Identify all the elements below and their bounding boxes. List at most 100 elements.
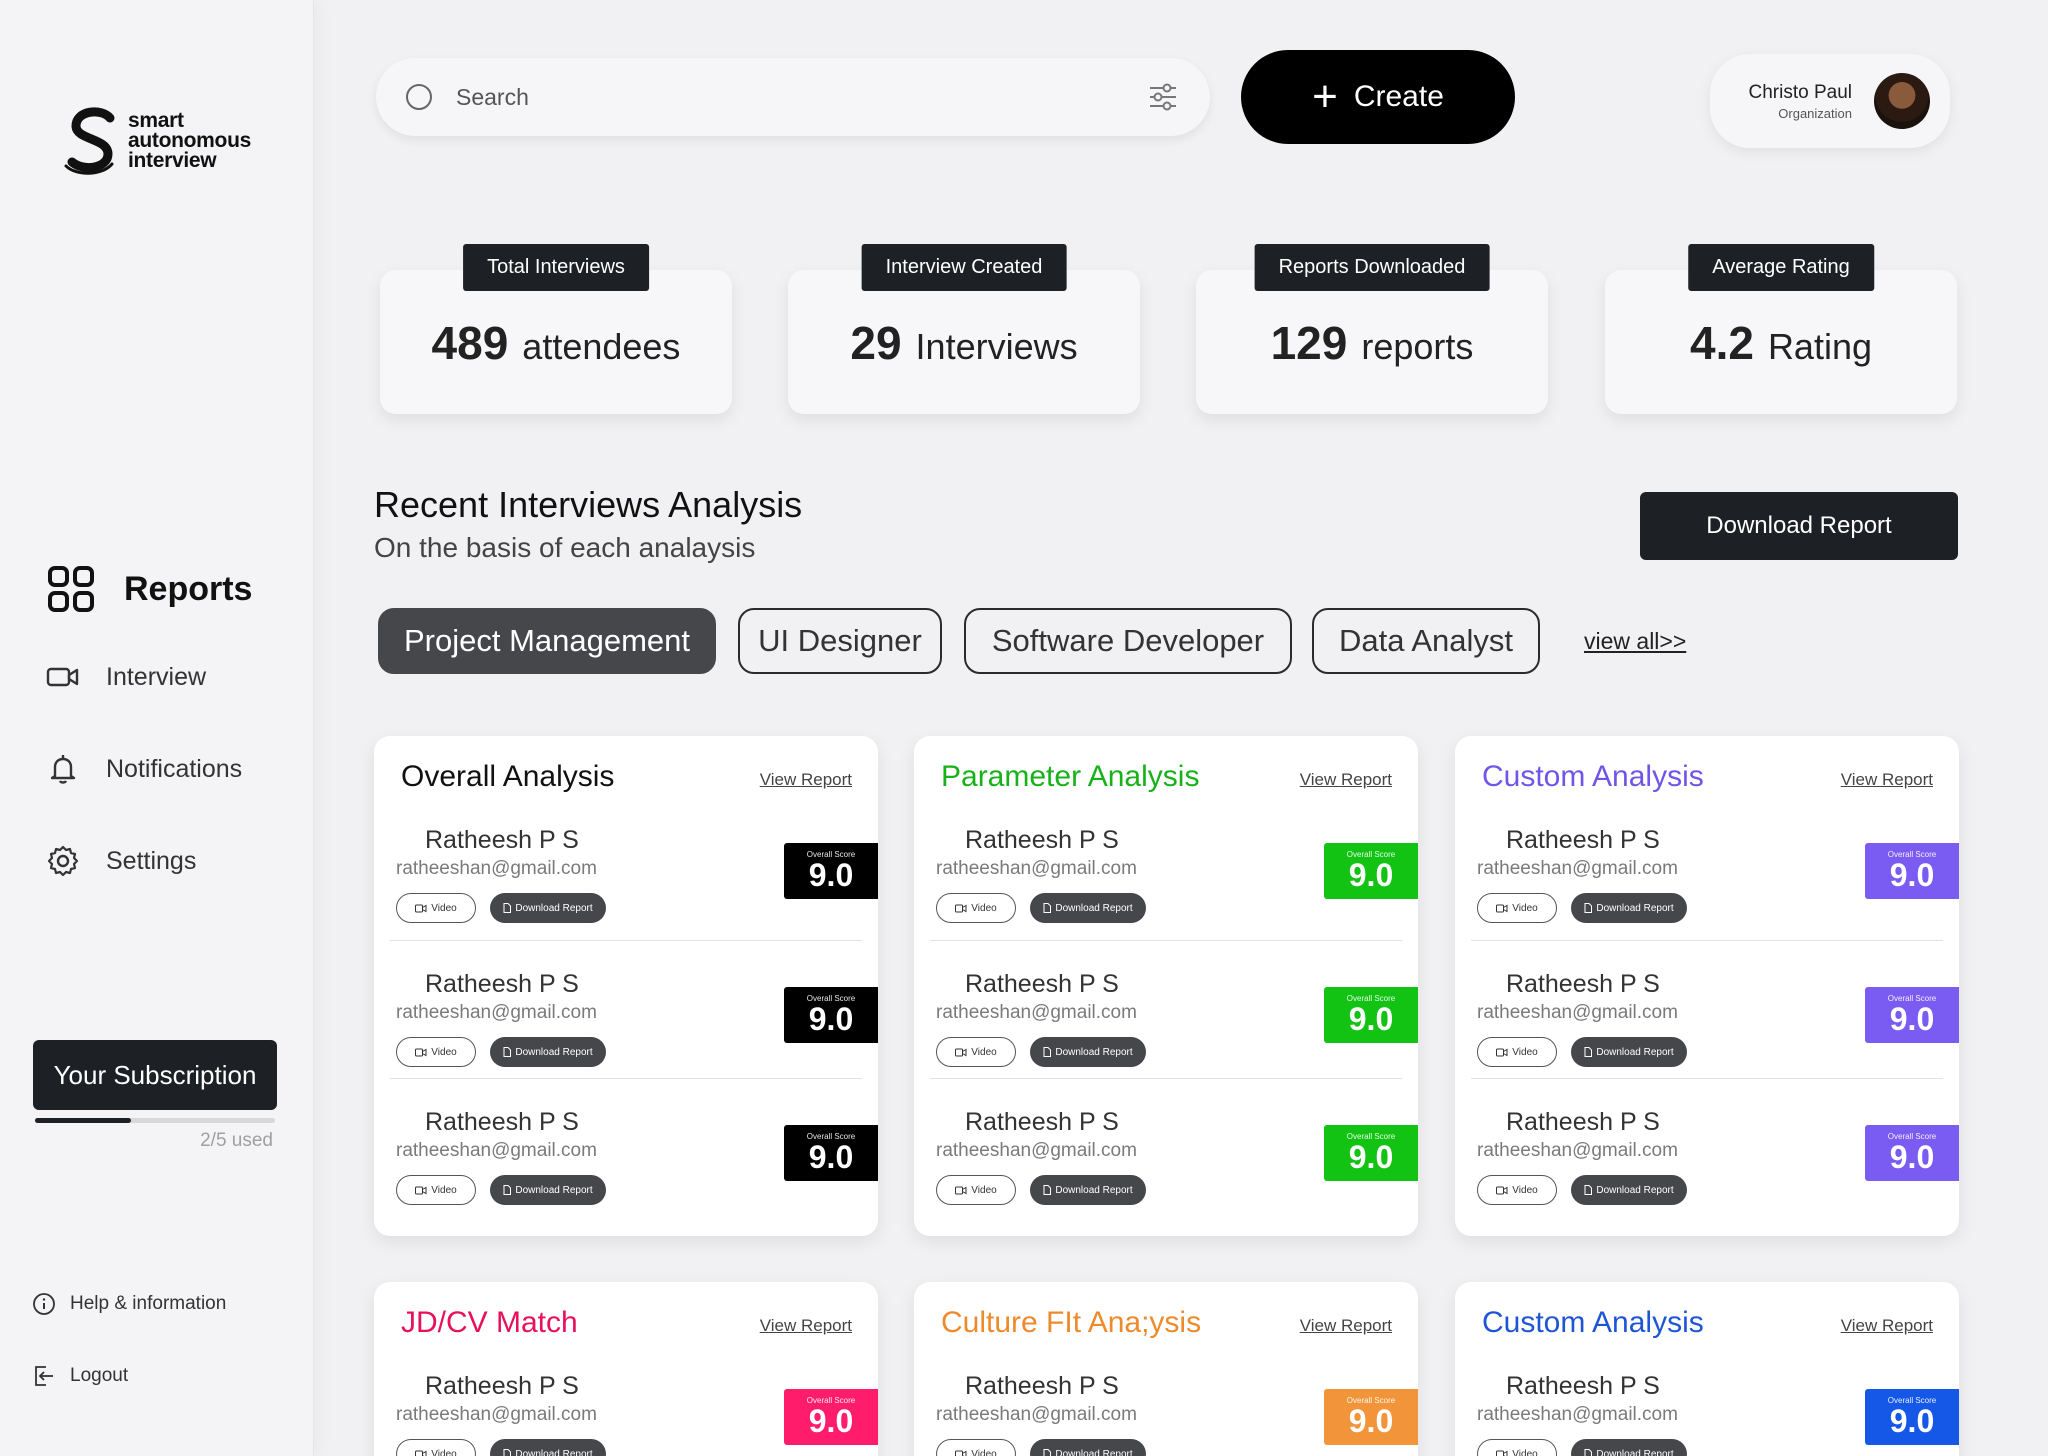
download-label: Download Report (1055, 1046, 1133, 1058)
view-report-link[interactable]: View Report (1300, 1316, 1392, 1336)
video-label: Video (431, 1448, 457, 1456)
video-button[interactable]: Video (936, 893, 1016, 923)
download-report-button[interactable]: Download Report (490, 1439, 606, 1456)
card-title: JD/CV Match (401, 1306, 578, 1339)
stat-value: 489 attendees (380, 316, 732, 370)
score-label: Overall Score (806, 1132, 856, 1141)
download-report-button[interactable]: Download Report (1571, 1037, 1687, 1067)
user-profile[interactable]: Christo Paul Organization (1710, 54, 1950, 148)
video-icon (955, 1186, 967, 1194)
user-role: Organization (1778, 105, 1852, 121)
download-report-button[interactable]: Download Report (490, 1037, 606, 1067)
candidate-email: ratheeshan@gmail.com (936, 1404, 1137, 1425)
download-report-button[interactable]: Download Report (1571, 893, 1687, 923)
overall-score-badge: Overall Score 9.0 (1324, 843, 1418, 899)
score-value: 9.0 (808, 1403, 854, 1439)
video-icon (415, 904, 427, 912)
candidate-name: Ratheesh P S (965, 970, 1119, 998)
view-report-link[interactable]: View Report (1300, 770, 1392, 790)
candidate-name: Ratheesh P S (965, 1108, 1119, 1136)
download-report-button[interactable]: Download Report (1571, 1439, 1687, 1456)
create-label: Create (1353, 80, 1444, 113)
stat-number: 29 (850, 317, 902, 369)
sidebar-item-reports[interactable]: Reports (48, 566, 252, 612)
brand-line: smart (128, 109, 184, 132)
view-report-link[interactable]: View Report (760, 1316, 852, 1336)
video-icon (415, 1186, 427, 1194)
download-label: Download Report (1055, 1184, 1133, 1196)
card-title: Custom Analysis (1482, 760, 1704, 793)
download-report-button[interactable]: Download Report (1030, 1175, 1146, 1205)
overall-score-badge: Overall Score 9.0 (1865, 843, 1959, 899)
stat-card-interview-created: Interview Created 29 Interviews (788, 244, 1140, 414)
candidate-row: Ratheesh P S ratheeshan@gmail.com Video Dow… (390, 1372, 878, 1456)
tab-data-analyst[interactable]: Data Analyst (1312, 608, 1540, 674)
video-button[interactable]: Video (1477, 1037, 1557, 1067)
video-button[interactable]: Video (1477, 1439, 1557, 1456)
candidate-name: Ratheesh P S (1506, 970, 1660, 998)
video-button[interactable]: Video (1477, 893, 1557, 923)
candidate-name: Ratheesh P S (425, 970, 579, 998)
overall-score-badge: Overall Score 9.0 (1865, 1125, 1959, 1181)
download-report-button[interactable]: Download Report (490, 893, 606, 923)
video-button[interactable]: Video (936, 1175, 1016, 1205)
score-value: 9.0 (1348, 857, 1394, 893)
subscription-usage: 2/5 used (200, 1130, 273, 1151)
logout-link[interactable]: Logout (32, 1364, 128, 1388)
score-value: 9.0 (1348, 1001, 1394, 1037)
subscription-button[interactable]: Your Subscription (33, 1040, 277, 1110)
video-button[interactable]: Video (936, 1439, 1016, 1456)
avatar[interactable] (1874, 73, 1930, 129)
video-button[interactable]: Video (396, 1439, 476, 1456)
score-label: Overall Score (806, 850, 856, 859)
score-value: 9.0 (1889, 1001, 1935, 1037)
candidate-email: ratheeshan@gmail.com (1477, 1002, 1678, 1023)
view-all-link[interactable]: view all>> (1584, 628, 1686, 655)
candidate-email: ratheeshan@gmail.com (936, 1002, 1137, 1023)
file-icon (1584, 1185, 1593, 1195)
video-icon (1496, 1450, 1508, 1456)
create-button[interactable]: + Create (1241, 50, 1515, 144)
sidebar-item-settings[interactable]: Settings (46, 844, 196, 878)
video-label: Video (1512, 1448, 1538, 1456)
stat-number: 489 (431, 317, 509, 369)
download-report-button[interactable]: Download Report (1640, 492, 1958, 560)
sidebar-item-interview[interactable]: Interview (46, 660, 206, 694)
download-report-button[interactable]: Download Report (1030, 1439, 1146, 1456)
view-report-link[interactable]: View Report (1841, 770, 1933, 790)
analysis-card: JD/CV Match View Report Ratheesh P S rathee… (374, 1282, 878, 1456)
download-report-button[interactable]: Download Report (1030, 1037, 1146, 1067)
candidate-email: ratheeshan@gmail.com (396, 858, 597, 879)
tab-project-management[interactable]: Project Management (378, 608, 716, 674)
view-report-link[interactable]: View Report (760, 770, 852, 790)
video-button[interactable]: Video (396, 1175, 476, 1205)
stat-unit: attendees (522, 326, 681, 367)
help-link[interactable]: Help & information (32, 1292, 226, 1316)
view-report-link[interactable]: View Report (1841, 1316, 1933, 1336)
video-button[interactable]: Video (396, 1037, 476, 1067)
video-button[interactable]: Video (936, 1037, 1016, 1067)
video-button[interactable]: Video (1477, 1175, 1557, 1205)
download-report-button[interactable]: Download Report (1571, 1175, 1687, 1205)
card-title: Overall Analysis (401, 760, 615, 793)
analysis-card: Parameter Analysis View Report Ratheesh P … (914, 736, 1418, 1236)
search-input[interactable] (456, 83, 1146, 111)
download-report-button[interactable]: Download Report (490, 1175, 606, 1205)
stat-value: 4.2 Rating (1605, 316, 1957, 370)
stat-value: 129 reports (1196, 316, 1548, 370)
brand-logo[interactable]: smart autonomous interview (62, 106, 251, 176)
download-label: Download Report (1596, 902, 1674, 914)
video-icon (955, 904, 967, 912)
brand-name: smart autonomous interview (128, 109, 251, 171)
filter-sliders-icon[interactable] (1146, 80, 1180, 114)
tab-software-developer[interactable]: Software Developer (964, 608, 1292, 674)
download-label: Download Report (515, 902, 593, 914)
video-button[interactable]: Video (396, 893, 476, 923)
file-icon (503, 1047, 512, 1057)
tab-ui-designer[interactable]: UI Designer (738, 608, 942, 674)
candidate-email: ratheeshan@gmail.com (936, 858, 1137, 879)
video-icon (46, 667, 79, 687)
download-report-button[interactable]: Download Report (1030, 893, 1146, 923)
sidebar-item-notifications[interactable]: Notifications (46, 752, 242, 786)
row-divider (930, 1078, 1402, 1079)
